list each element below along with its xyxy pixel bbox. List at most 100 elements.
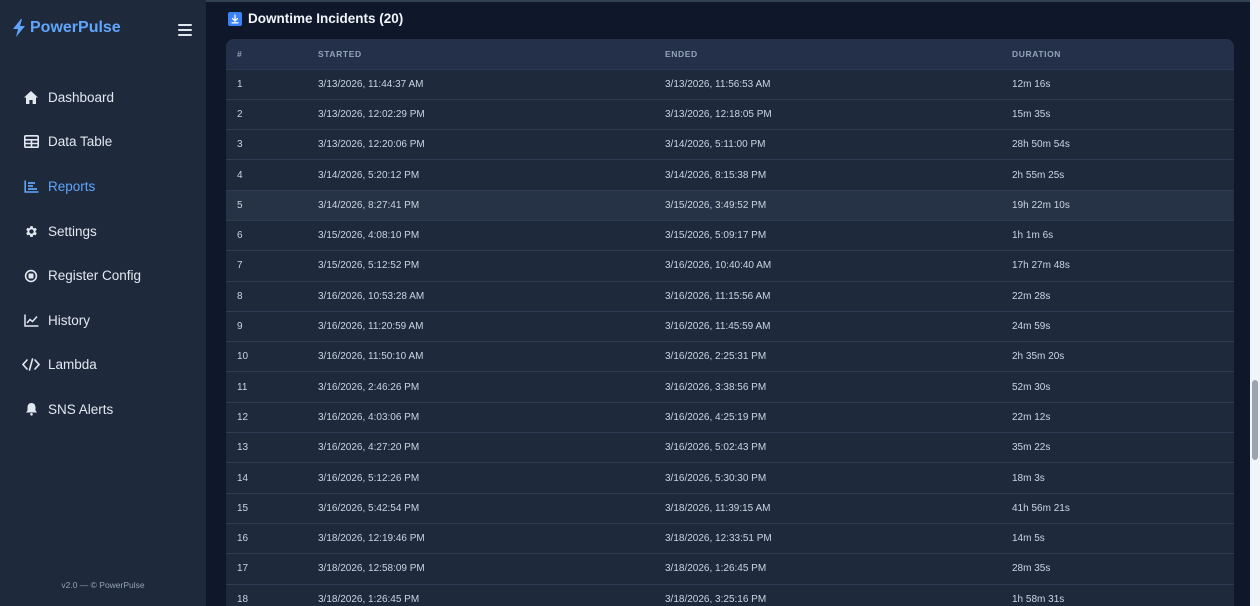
hamburger-menu-icon[interactable] (178, 23, 194, 37)
table-row[interactable]: 15 3/16/2026, 5:42:54 PM 3/18/2026, 11:39:… (226, 493, 1234, 523)
started-cell: 3/16/2026, 11:20:59 AM (318, 321, 424, 333)
table-row[interactable]: 9 3/16/2026, 11:20:59 AM 3/16/2026, 11:45:… (226, 311, 1234, 341)
row-index: 18 (237, 593, 249, 605)
started-cell: 3/16/2026, 5:12:26 PM (318, 472, 420, 484)
table-row[interactable]: 8 3/16/2026, 10:53:28 AM 3/16/2026, 11:15:… (226, 281, 1234, 311)
table-row[interactable]: 1 3/13/2026, 11:44:37 AM 3/13/2026, 11:56:… (226, 69, 1234, 99)
row-index: 5 (237, 199, 243, 211)
column-header-index[interactable]: # (226, 39, 307, 69)
table-row[interactable]: 14 3/16/2026, 5:12:26 PM 3/16/2026, 5:30:3… (226, 462, 1234, 493)
ended-cell: 3/14/2026, 5:11:00 PM (665, 139, 766, 151)
sidebar-item-label: SNS Alerts (48, 401, 114, 417)
duration-cell: 1h 58m 31s (1012, 593, 1065, 605)
downtime-table-card: # Started Ended Duration 1 3/13/2026, 11:… (226, 39, 1234, 606)
duration-cell: 15m 35s (1012, 108, 1051, 120)
started-cell: 3/13/2026, 11:44:37 AM (318, 78, 424, 90)
sidebar-item-settings[interactable]: Settings (0, 209, 206, 254)
column-header-duration[interactable]: Duration (1001, 39, 1234, 69)
sidebar-item-reports[interactable]: Reports (0, 164, 206, 209)
table-row[interactable]: 13 3/16/2026, 4:27:20 PM 3/16/2026, 5:02:4… (226, 432, 1234, 463)
row-index: 2 (237, 108, 243, 120)
table-row[interactable]: 17 3/18/2026, 12:58:09 PM 3/18/2026, 1:26:… (226, 553, 1234, 584)
table-row[interactable]: 11 3/16/2026, 2:46:26 PM 3/16/2026, 3:38:5… (226, 371, 1234, 402)
started-cell: 3/15/2026, 4:08:10 PM (318, 230, 420, 242)
row-index: 15 (237, 502, 249, 514)
scrollbar-thumb[interactable] (1252, 380, 1258, 460)
table-row[interactable]: 10 3/16/2026, 11:50:10 AM 3/16/2026, 2:25:… (226, 341, 1234, 372)
row-index: 9 (237, 321, 243, 333)
table-row[interactable]: 18 3/18/2026, 1:26:45 PM 3/18/2026, 3:25:1… (226, 584, 1234, 606)
table-row[interactable]: 5 3/14/2026, 8:27:41 PM 3/15/2026, 3:49:52… (226, 190, 1234, 221)
table-row[interactable]: 4 3/14/2026, 5:20:12 PM 3/14/2026, 8:15:38… (226, 159, 1234, 190)
table-row[interactable]: 3 3/13/2026, 12:20:06 PM 3/14/2026, 5:11:0… (226, 129, 1234, 160)
column-header-ended[interactable]: Ended (654, 39, 1001, 69)
duration-cell: 28h 50m 54s (1012, 139, 1070, 151)
app-root: PowerPulse Dashboard Data Table Reports Set… (0, 0, 1260, 606)
sidebar-item-label: Dashboard (48, 89, 115, 105)
brand-name: PowerPulse (30, 19, 121, 36)
table-row[interactable]: 7 3/15/2026, 5:12:52 PM 3/16/2026, 10:40:4… (226, 250, 1234, 281)
brand-logo[interactable]: PowerPulse (12, 19, 121, 37)
reports-icon (22, 178, 40, 194)
sidebar-item-history[interactable]: History (0, 298, 206, 343)
sidebar-item-label: Lambda (48, 357, 97, 373)
ended-cell: 3/15/2026, 5:09:17 PM (665, 230, 767, 242)
row-index: 10 (237, 351, 249, 363)
sidebar: PowerPulse Dashboard Data Table Reports Set… (0, 0, 206, 606)
started-cell: 3/16/2026, 4:03:06 PM (318, 411, 420, 423)
vertical-scrollbar[interactable] (1250, 0, 1260, 606)
duration-cell: 35m 22s (1012, 442, 1051, 454)
started-cell: 3/16/2026, 11:50:10 AM (318, 351, 424, 363)
duration-cell: 52m 30s (1012, 381, 1051, 393)
duration-cell: 22m 12s (1012, 411, 1051, 423)
sidebar-item-label: Settings (48, 223, 97, 239)
started-cell: 3/15/2026, 5:12:52 PM (318, 260, 420, 272)
column-header-started[interactable]: Started (307, 39, 654, 69)
ended-cell: 3/13/2026, 11:56:53 AM (665, 78, 771, 90)
row-index: 4 (237, 169, 243, 181)
top-divider (206, 0, 1260, 2)
lightning-icon (12, 19, 26, 37)
row-index: 6 (237, 230, 243, 242)
duration-cell: 18m 3s (1012, 472, 1045, 484)
sidebar-item-register-config[interactable]: Register Config (0, 253, 206, 298)
started-cell: 3/14/2026, 8:27:41 PM (318, 199, 420, 211)
sidebar-item-sns-alerts[interactable]: SNS Alerts (0, 387, 206, 432)
sidebar-item-lambda[interactable]: Lambda (0, 343, 206, 388)
ended-cell: 3/18/2026, 11:39:15 AM (665, 502, 771, 514)
duration-cell: 12m 16s (1012, 78, 1051, 90)
table-row[interactable]: 6 3/15/2026, 4:08:10 PM 3/15/2026, 5:09:17… (226, 220, 1234, 250)
duration-cell: 2h 55m 25s (1012, 169, 1065, 181)
duration-cell: 28m 35s (1012, 563, 1051, 575)
ended-cell: 3/16/2026, 11:45:59 AM (665, 321, 771, 333)
code-icon (22, 357, 40, 373)
table-header-row: # Started Ended Duration (226, 39, 1234, 69)
sidebar-item-data-table[interactable]: Data Table (0, 120, 206, 165)
table-row[interactable]: 12 3/16/2026, 4:03:06 PM 3/16/2026, 4:25:1… (226, 402, 1234, 432)
main-content: Downtime Incidents (20) # Started Ended … (206, 0, 1260, 606)
ended-cell: 3/14/2026, 8:15:38 PM (665, 169, 767, 181)
row-index: 7 (237, 260, 243, 272)
ended-cell: 3/15/2026, 3:49:52 PM (665, 199, 767, 211)
ended-cell: 3/18/2026, 3:25:16 PM (665, 593, 767, 605)
table-row[interactable]: 2 3/13/2026, 12:02:29 PM 3/13/2026, 12:18:… (226, 99, 1234, 129)
home-icon (22, 89, 40, 105)
duration-cell: 19h 22m 10s (1012, 199, 1070, 211)
ended-cell: 3/16/2026, 2:25:31 PM (665, 351, 767, 363)
section-header: Downtime Incidents (20) (228, 11, 403, 26)
chip-icon (22, 268, 40, 284)
ended-cell: 3/16/2026, 3:38:56 PM (665, 381, 767, 393)
started-cell: 3/16/2026, 5:42:54 PM (318, 502, 420, 514)
ended-cell: 3/16/2026, 5:02:43 PM (665, 442, 767, 454)
started-cell: 3/18/2026, 12:58:09 PM (318, 563, 425, 575)
ended-cell: 3/13/2026, 12:18:05 PM (665, 108, 772, 120)
sidebar-item-label: Reports (48, 178, 96, 194)
download-icon (228, 11, 242, 26)
sidebar-footer: v2.0 — © PowerPulse (61, 580, 145, 590)
started-cell: 3/18/2026, 1:26:45 PM (318, 593, 420, 605)
sidebar-item-dashboard[interactable]: Dashboard (0, 75, 206, 120)
row-index: 12 (237, 411, 249, 423)
duration-cell: 1h 1m 6s (1012, 230, 1054, 242)
started-cell: 3/14/2026, 5:20:12 PM (318, 169, 420, 181)
table-row[interactable]: 16 3/18/2026, 12:19:46 PM 3/18/2026, 12:33… (226, 523, 1234, 553)
